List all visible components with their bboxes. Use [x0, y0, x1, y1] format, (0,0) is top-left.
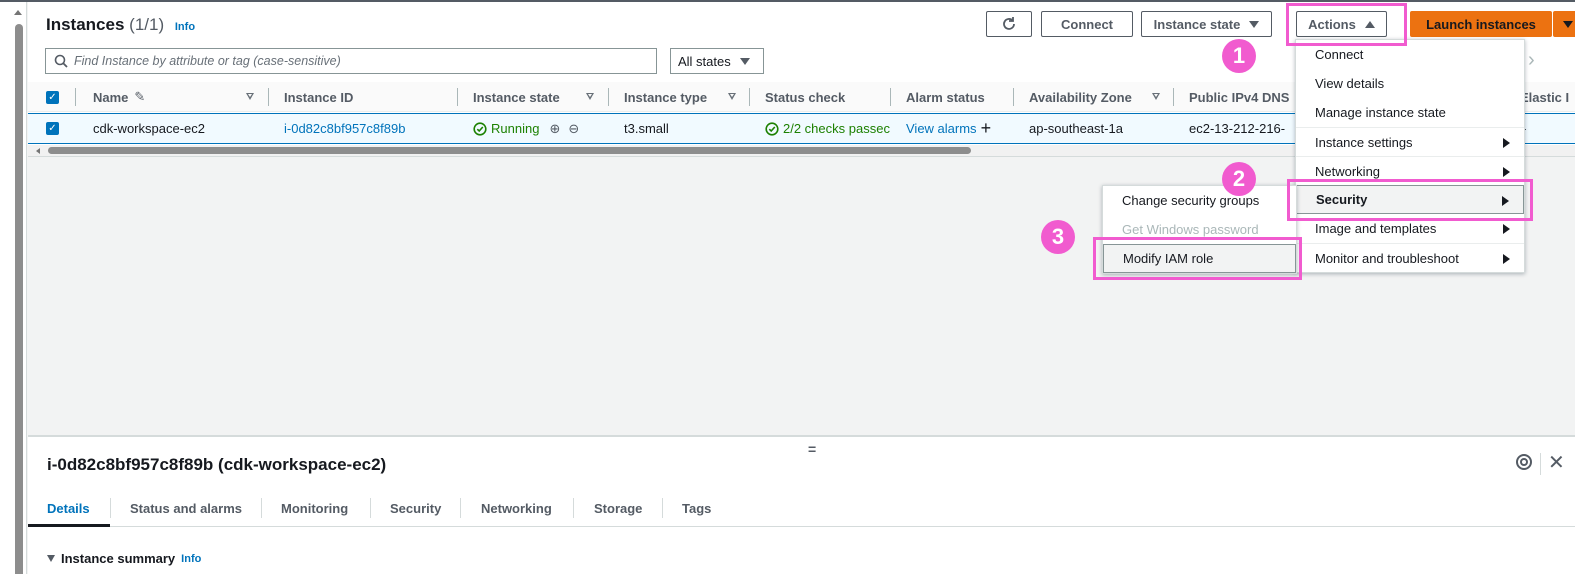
submenu-arrow-icon — [1503, 167, 1510, 177]
active-tab-indicator — [28, 524, 110, 527]
details-tabs: Details Status and alarms Monitoring Sec… — [28, 489, 1575, 527]
menu-item-view-details[interactable]: View details — [1296, 69, 1524, 98]
caret-down-icon — [739, 57, 750, 65]
submenu-arrow-icon — [1503, 224, 1510, 234]
tab-storage[interactable]: Storage — [594, 489, 642, 527]
menu-item-manage-instance-state[interactable]: Manage instance state — [1296, 98, 1524, 127]
cell-instance-type: t3.small — [624, 121, 669, 136]
cell-public-dns: ec2-13-212-216- — [1189, 121, 1286, 136]
cell-status-check: 2/2 checks passec — [765, 114, 890, 143]
step-badge-1: 1 — [1222, 39, 1256, 73]
check-circle-icon — [473, 121, 487, 136]
step-badge-2: 2 — [1222, 162, 1256, 196]
menu-item-instance-settings[interactable]: Instance settings — [1296, 127, 1524, 156]
tab-tags[interactable]: Tags — [682, 489, 711, 527]
cell-alarm-status: View alarms + — [906, 114, 991, 143]
tab-details[interactable]: Details — [47, 489, 90, 527]
menu-item-change-security-groups[interactable]: Change security groups — [1103, 186, 1296, 215]
cell-instance-state: Running ⊕ ⊖ — [473, 114, 579, 143]
col-instance-id[interactable]: Instance ID — [284, 82, 353, 112]
ec2-console: Instances (1/1) Info Connect Instance st… — [0, 0, 1575, 574]
horizontal-scrollbar-thumb[interactable] — [48, 147, 971, 154]
details-title: i-0d82c8bf957c8f89b (cdk-workspace-ec2) — [47, 455, 387, 474]
info-link[interactable]: Info — [175, 21, 195, 33]
col-elastic-ip[interactable]: Elastic I — [1520, 82, 1569, 112]
search-input[interactable]: Find Instance by attribute or tag (case-… — [45, 48, 657, 74]
check-circle-icon — [765, 121, 779, 136]
scroll-up-icon[interactable] — [14, 10, 22, 15]
gear-icon[interactable] — [1516, 454, 1532, 470]
caret-down-icon — [47, 555, 55, 562]
submenu-arrow-icon — [1503, 138, 1510, 148]
col-public-dns[interactable]: Public IPv4 DNS — [1189, 82, 1289, 112]
instance-state-button[interactable]: Instance state — [1141, 11, 1272, 37]
cell-instance-id[interactable]: i-0d82c8bf957c8f89b — [284, 114, 405, 143]
page-title: Instances (1/1) Info — [46, 15, 196, 34]
col-status-check[interactable]: Status check — [765, 82, 845, 112]
zoom-in-icon[interactable]: ⊕ — [549, 121, 560, 137]
col-name[interactable]: Name ✎ — [93, 82, 145, 112]
caret-down-icon — [1563, 20, 1573, 28]
sort-icon[interactable] — [1152, 93, 1160, 100]
col-availability-zone[interactable]: Availability Zone — [1029, 82, 1132, 112]
tab-status-and-alarms[interactable]: Status and alarms — [130, 489, 242, 527]
actions-menu: Connect View details Manage instance sta… — [1295, 39, 1525, 273]
next-page-icon[interactable]: › — [1528, 49, 1535, 72]
select-all-checkbox[interactable]: ✓ — [46, 82, 59, 112]
submenu-arrow-icon — [1503, 254, 1510, 264]
row-checkbox[interactable]: ✓ — [46, 114, 59, 143]
menu-item-monitor-and-troubleshoot[interactable]: Monitor and troubleshoot — [1296, 243, 1524, 272]
highlight-security — [1287, 179, 1533, 221]
sort-icon[interactable] — [246, 93, 254, 100]
tab-monitoring[interactable]: Monitoring — [281, 489, 348, 527]
view-alarms-link[interactable]: View alarms — [906, 121, 977, 136]
state-filter-select[interactable]: All states — [670, 48, 764, 74]
cell-name: cdk-workspace-ec2 — [93, 121, 205, 136]
step-badge-3: 3 — [1041, 220, 1075, 254]
sort-icon[interactable] — [586, 93, 594, 100]
zoom-out-icon[interactable]: ⊖ — [568, 121, 579, 137]
highlight-modify-iam-role — [1093, 237, 1302, 280]
col-instance-state[interactable]: Instance state — [473, 82, 560, 112]
highlight-actions — [1286, 3, 1407, 46]
caret-down-icon — [1249, 20, 1260, 28]
scrollbar-thumb[interactable] — [15, 24, 23, 574]
details-panel: = i-0d82c8bf957c8f89b (cdk-workspace-ec2… — [28, 435, 1575, 574]
col-instance-type[interactable]: Instance type — [624, 82, 707, 112]
tab-networking[interactable]: Networking — [481, 489, 552, 527]
instance-summary-toggle[interactable]: Instance summary Info — [47, 551, 201, 566]
refresh-button[interactable] — [986, 11, 1032, 37]
close-icon[interactable]: ✕ — [1548, 450, 1565, 475]
tab-security[interactable]: Security — [390, 489, 441, 527]
page-scrollbar[interactable] — [0, 2, 27, 574]
launch-instances-button[interactable]: Launch instances — [1410, 11, 1552, 37]
connect-button[interactable]: Connect — [1041, 11, 1133, 37]
cell-availability-zone: ap-southeast-1a — [1029, 121, 1123, 136]
refresh-icon — [1003, 17, 1015, 30]
summary-info-link[interactable]: Info — [181, 553, 201, 565]
edit-icon: ✎ — [134, 89, 146, 104]
sort-icon[interactable] — [728, 93, 736, 100]
resize-handle-icon[interactable]: = — [808, 441, 816, 457]
instance-count: (1/1) — [129, 15, 165, 34]
search-icon — [54, 54, 68, 68]
launch-dropdown-button[interactable] — [1553, 11, 1575, 37]
col-alarm-status[interactable]: Alarm status — [906, 82, 985, 112]
scroll-left-icon[interactable] — [36, 148, 40, 154]
add-alarm-icon[interactable]: + — [981, 118, 992, 139]
